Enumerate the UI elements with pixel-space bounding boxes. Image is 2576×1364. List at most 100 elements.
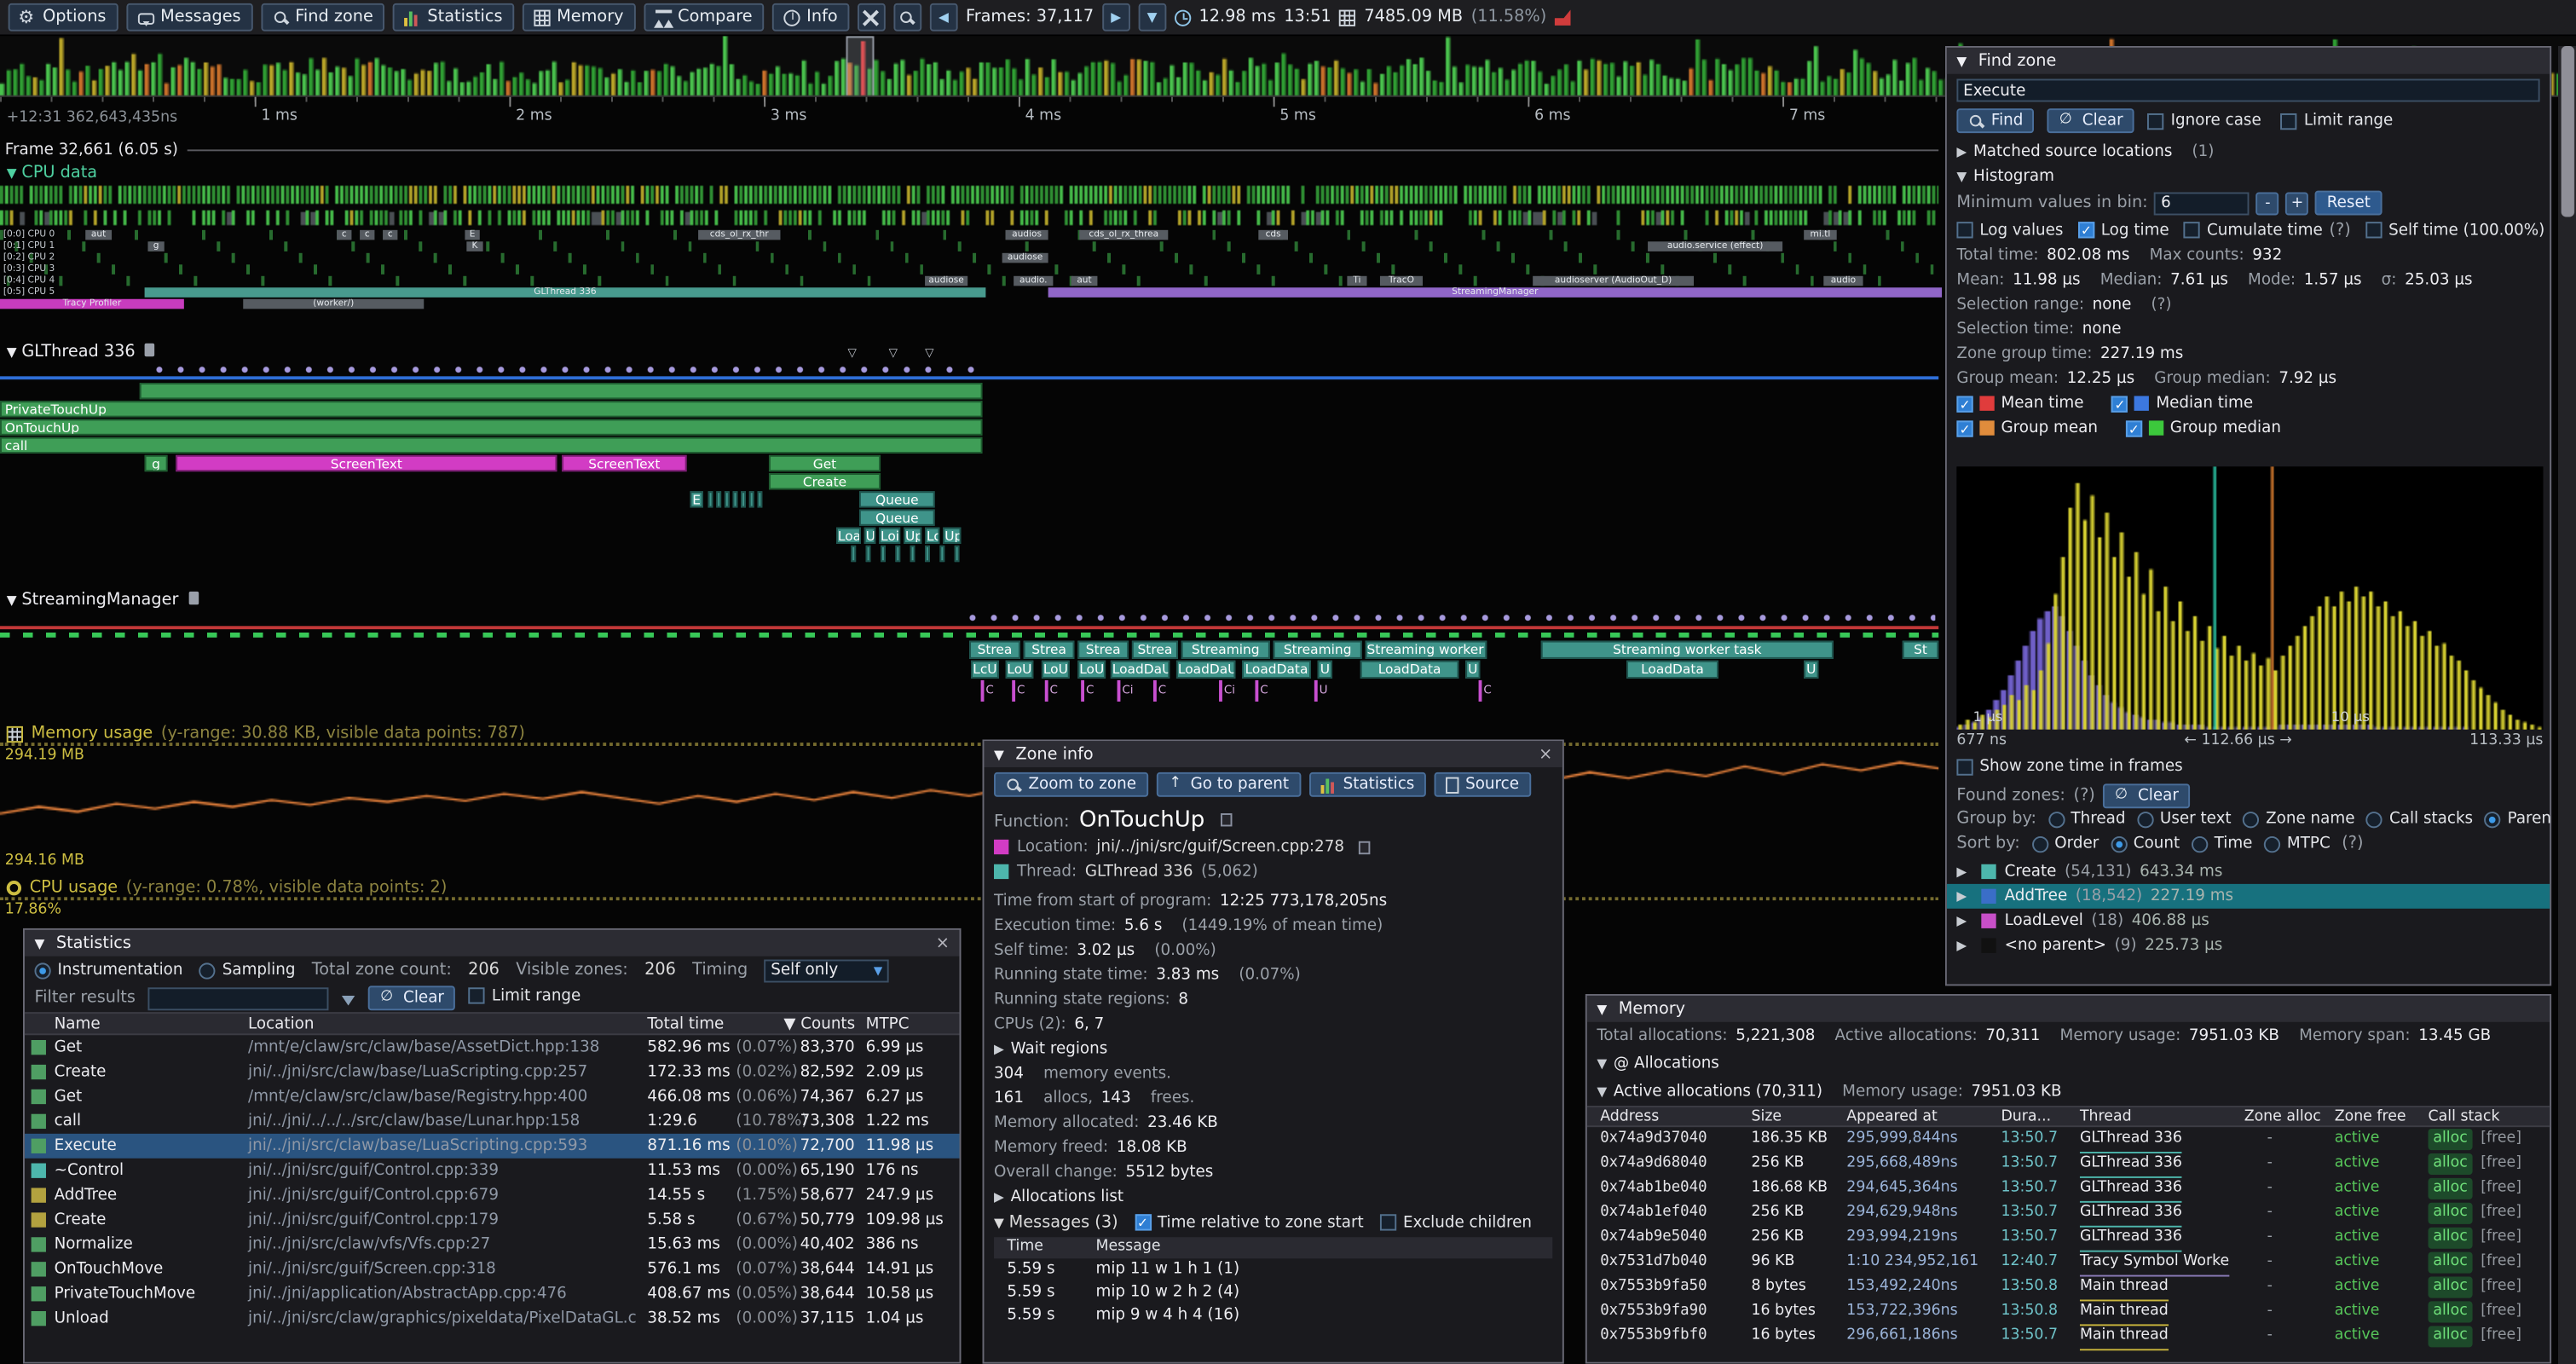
funnel-icon[interactable]: [343, 995, 355, 1005]
zone[interactable]: [955, 546, 960, 562]
zone[interactable]: [741, 491, 746, 507]
message-mark[interactable]: U: [1314, 680, 1328, 702]
histogram-canvas[interactable]: [1956, 466, 2543, 729]
zone[interactable]: Streaming: [1181, 641, 1270, 659]
message-row[interactable]: 5.59 smip 9 w 4 h 4 (16): [994, 1304, 1552, 1327]
allocation-row[interactable]: 0x74a9d37040186.35 KB295,999,844ns13:50.…: [1587, 1127, 2550, 1152]
zone-info-titlebar[interactable]: ▼ Zone info ×: [984, 741, 1562, 767]
memory-titlebar[interactable]: ▼ Memory: [1587, 996, 2550, 1022]
zone[interactable]: U: [1318, 661, 1332, 679]
radio-thread[interactable]: Thread: [2048, 810, 2125, 828]
zone[interactable]: OnTouchUp: [0, 419, 983, 435]
checkbox-median-time[interactable]: ✓Median time: [2111, 395, 2273, 413]
cpu-zone[interactable]: audio.: [1014, 276, 1053, 286]
zone[interactable]: LoU: [1006, 661, 1034, 679]
allocation-row[interactable]: 0x7553b9fbf016 bytes296,661,186ns13:50.7…: [1587, 1324, 2550, 1349]
cpu-zone[interactable]: Tracy Profiler: [0, 299, 184, 309]
zoom-tool-button[interactable]: [893, 3, 921, 32]
callstack-alloc-button[interactable]: alloc: [2429, 1178, 2473, 1199]
cpu-zone[interactable]: K: [466, 241, 482, 251]
zone[interactable]: Get: [769, 455, 881, 471]
zone[interactable]: ScreenText: [562, 455, 686, 471]
zone[interactable]: LoadData: [1242, 661, 1311, 679]
checkbox-exclude-children[interactable]: Exclude children: [1380, 1213, 1532, 1231]
timing-select[interactable]: Self only▼: [765, 959, 889, 982]
streaming-message-dots[interactable]: [969, 613, 1935, 623]
tools-button[interactable]: [858, 3, 886, 32]
filter-clear-button[interactable]: Clear: [369, 985, 456, 1010]
statistics-button[interactable]: Statistics: [393, 3, 514, 32]
cpu-zone[interactable]: audio.service (effect): [1648, 241, 1782, 251]
zone[interactable]: Queue: [859, 491, 935, 507]
zone[interactable]: LoadData: [1360, 661, 1459, 679]
radio-call-stacks[interactable]: Call stacks: [2366, 810, 2473, 828]
column-header-location[interactable]: Location: [248, 1014, 314, 1037]
allocation-row[interactable]: 0x74ab9e5040256 KB293,994,219ns13:50.7GL…: [1587, 1226, 2550, 1251]
help-marker[interactable]: (?): [2342, 835, 2363, 852]
location-value[interactable]: jni/../jni/src/guif/Screen.cpp:278: [1096, 838, 1344, 856]
stats-row[interactable]: Get/mnt/e/claw/src/claw/base/Registry.hp…: [25, 1084, 960, 1109]
find-zone-button[interactable]: Find zone: [261, 3, 385, 32]
zone[interactable]: [925, 546, 930, 562]
cpu-zone[interactable]: cds_ol_rx_thr: [698, 230, 780, 240]
messages-button[interactable]: Messages: [126, 3, 252, 32]
matched-source-locations[interactable]: ▶Matched source locations(1): [1947, 140, 2550, 165]
message-mark[interactable]: C: [981, 680, 994, 702]
zone[interactable]: Strea: [1132, 641, 1178, 659]
close-icon[interactable]: ×: [936, 934, 950, 952]
cpu-zone[interactable]: StreamingManager: [1048, 287, 1942, 298]
stats-row[interactable]: Executejni/../jni/src/claw/base/LuaScrip…: [25, 1134, 960, 1159]
callstack-alloc-button[interactable]: alloc: [2429, 1129, 2473, 1150]
radio-order[interactable]: Order: [2031, 835, 2099, 852]
cpu-zone[interactable]: g: [147, 241, 164, 251]
message-mark[interactable]: C: [1153, 680, 1166, 702]
zone-group-row[interactable]: ▶LoadLevel(18)406.88 µs: [1947, 909, 2550, 933]
min-values-input[interactable]: [2154, 192, 2250, 215]
allocation-row[interactable]: 0x74ab1be040186.68 KB294,645,364ns13:50.…: [1587, 1176, 2550, 1201]
message-mark[interactable]: C: [1045, 680, 1058, 702]
reset-button[interactable]: Reset: [2315, 191, 2382, 216]
zone[interactable]: Lo: [925, 528, 939, 544]
statistics-button[interactable]: Statistics: [1308, 772, 1426, 797]
filter-input[interactable]: [148, 986, 329, 1009]
callstack-alloc-button[interactable]: alloc: [2429, 1301, 2473, 1322]
zone[interactable]: [708, 491, 713, 507]
zone[interactable]: [881, 546, 886, 562]
cpu-condensed-graph[interactable]: [0, 184, 1938, 227]
checkbox-group-median[interactable]: ✓Group median: [2126, 419, 2301, 436]
cpu-data-header[interactable]: ▼CPU data: [7, 165, 97, 182]
decrement-button[interactable]: -: [2256, 192, 2279, 215]
zone[interactable]: [851, 546, 856, 562]
zone[interactable]: [749, 491, 754, 507]
stats-row[interactable]: ~Controljni/../jni/src/guif/Control.cpp:…: [25, 1159, 960, 1183]
zone[interactable]: [939, 546, 944, 562]
cpu-zone[interactable]: audios: [1006, 230, 1048, 240]
zone[interactable]: g: [145, 455, 168, 471]
zone[interactable]: Up: [904, 528, 921, 544]
stats-row[interactable]: calljni/../jni/../../../src/claw/base/Lu…: [25, 1109, 960, 1134]
zone[interactable]: Streaming worker task: [1541, 641, 1834, 659]
find-zone-search-input[interactable]: [1956, 79, 2539, 102]
next-frame-button[interactable]: ▶: [1102, 3, 1130, 32]
allocation-row[interactable]: 0x74ab1ef040256 KB294,629,948ns13:50.7GL…: [1587, 1201, 2550, 1226]
column-header-dura[interactable]: Dura...: [2001, 1107, 2051, 1129]
zone[interactable]: [733, 491, 738, 507]
column-header-mtpc[interactable]: MTPC: [866, 1014, 910, 1037]
callstack-alloc-button[interactable]: alloc: [2429, 1203, 2473, 1224]
cpu-zone[interactable]: audiose: [1002, 253, 1048, 263]
info-button[interactable]: Info: [772, 3, 849, 32]
statistics-column-headers[interactable]: NameLocationTotal time▼ CountsMTPC: [25, 1012, 960, 1035]
stats-row[interactable]: AddTreejni/../jni/src/guif/Control.cpp:6…: [25, 1183, 960, 1208]
zone[interactable]: E: [690, 491, 702, 507]
cpu-zone[interactable]: mi.tl: [1804, 230, 1837, 240]
zone[interactable]: Strea: [1077, 641, 1129, 659]
zone[interactable]: LoU: [1042, 661, 1070, 679]
cpu-zone[interactable]: c: [383, 230, 397, 240]
radio-sampling[interactable]: Sampling: [199, 961, 296, 979]
zone[interactable]: LoadDaU: [1111, 661, 1170, 679]
find-button[interactable]: Find: [1956, 108, 2034, 133]
disconnect-icon[interactable]: [1555, 9, 1571, 26]
memory-usage-graph[interactable]: [0, 753, 1938, 852]
copy-icon[interactable]: [1222, 813, 1233, 826]
checkbox-cumulate-time[interactable]: Cumulate time(?): [2184, 221, 2351, 239]
